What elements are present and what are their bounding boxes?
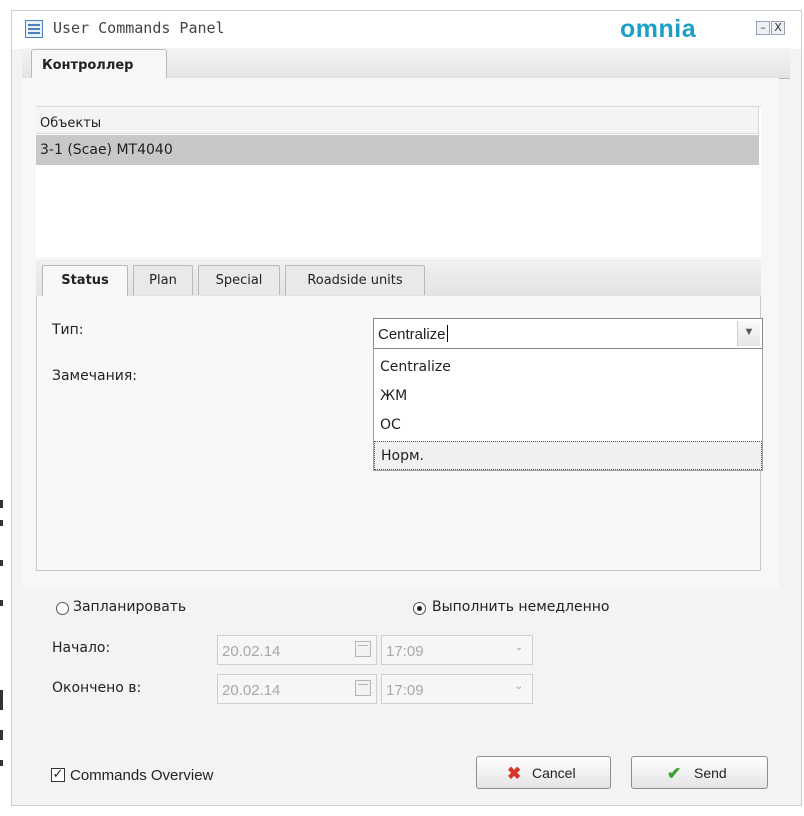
cancel-button-label: Cancel (532, 765, 576, 781)
tab-status-label: Status (61, 273, 109, 288)
edge-artifact (0, 520, 3, 526)
calendar-icon[interactable] (355, 641, 371, 657)
check-mark-icon: ✔ (667, 764, 682, 783)
edge-artifact (0, 600, 3, 606)
list-item[interactable]: 3-1 (Scae) MT4040 (36, 135, 759, 165)
chevron-down-icon[interactable]: ⌄ (512, 681, 526, 695)
end-label: Окончено в: (52, 680, 142, 696)
tab-controller[interactable]: Контроллер (31, 49, 167, 79)
object-row-label: 3-1 (Scae) MT4040 (40, 142, 173, 158)
edge-artifact (0, 500, 3, 508)
schedule-label: Запланировать (73, 599, 187, 615)
start-date-field[interactable]: 20.02.14 (217, 635, 377, 665)
schedule-radio[interactable] (56, 602, 69, 615)
omnia-logo: omnia (620, 15, 697, 43)
minimize-button[interactable]: – (756, 21, 770, 35)
tab-plan-label: Plan (149, 273, 177, 288)
execute-now-radio[interactable] (413, 602, 426, 615)
objects-list: Объекты 3-1 (Scae) MT4040 (36, 106, 761, 257)
edge-artifact (0, 730, 3, 740)
chevron-down-icon[interactable]: ⌄ (512, 642, 526, 656)
edge-artifact (0, 560, 3, 566)
text-caret (446, 325, 448, 342)
commands-overview-checkbox[interactable]: ✓ (51, 768, 65, 782)
tab-plan[interactable]: Plan (133, 265, 193, 295)
chevron-down-icon[interactable]: ▼ (737, 321, 760, 346)
title-bar[interactable]: User Commands Panel omnia – X (12, 11, 801, 49)
type-select-value: Centralize (378, 326, 446, 343)
edge-artifact (0, 760, 3, 766)
cancel-button[interactable]: ✖ Cancel (476, 756, 611, 789)
dropdown-option-os[interactable]: ОС (374, 411, 762, 440)
send-button-label: Send (694, 765, 727, 781)
tab-status[interactable]: Status (42, 265, 128, 296)
edge-artifact (0, 690, 3, 710)
type-select[interactable]: Centralize ▼ (373, 318, 763, 349)
dropdown-option-centralize[interactable]: Centralize (374, 353, 762, 382)
dropdown-option-zhm[interactable]: ЖМ (374, 382, 762, 411)
remarks-label: Замечания: (52, 368, 137, 384)
execute-now-label: Выполнить немедленно (432, 599, 610, 615)
tab-roadside-units[interactable]: Roadside units (285, 265, 425, 295)
type-label: Тип: (52, 322, 84, 338)
objects-header-label: Объекты (40, 116, 102, 131)
start-time-field[interactable]: 17:09 (381, 635, 533, 665)
start-label: Начало: (52, 640, 111, 656)
close-button[interactable]: X (771, 21, 785, 35)
tab-special[interactable]: Special (198, 265, 280, 295)
type-dropdown-list: Centralize ЖМ ОС Норм. (373, 349, 763, 471)
tab-special-label: Special (215, 273, 263, 288)
table-icon (25, 20, 43, 38)
window-title: User Commands Panel (53, 19, 225, 37)
objects-header[interactable]: Объекты (36, 107, 759, 134)
calendar-icon[interactable] (355, 680, 371, 696)
tab-roadside-units-label: Roadside units (307, 273, 403, 288)
header-divider (758, 107, 759, 134)
send-button[interactable]: ✔ Send (631, 756, 768, 789)
end-time-field[interactable]: 17:09 (381, 674, 533, 704)
dropdown-option-norm[interactable]: Норм. (374, 441, 762, 470)
end-date-field[interactable]: 20.02.14 (217, 674, 377, 704)
tab-controller-label: Контроллер (42, 58, 134, 73)
x-mark-icon: ✖ (507, 764, 522, 783)
commands-overview-label: Commands Overview (70, 767, 214, 784)
